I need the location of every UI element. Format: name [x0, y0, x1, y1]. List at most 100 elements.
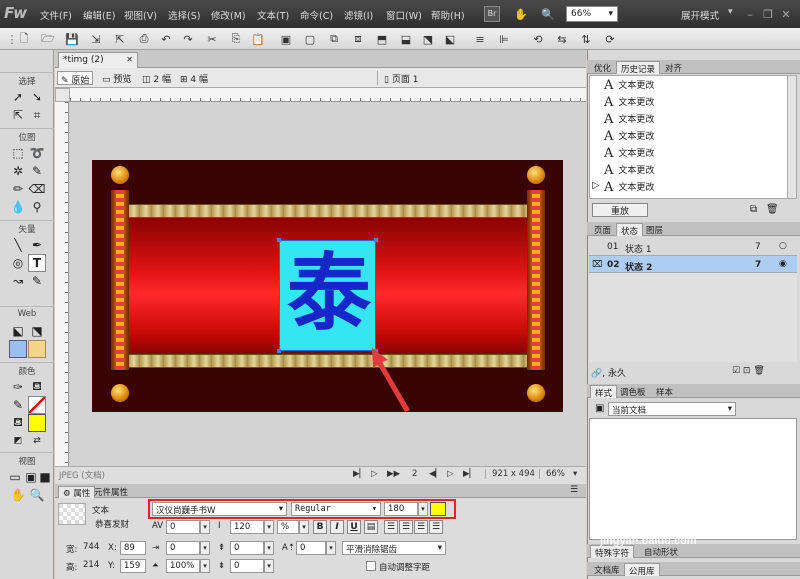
pencil-tool-icon[interactable]: ✏	[9, 180, 27, 198]
state-row-1[interactable]: 01 状态 1 7 ○	[589, 238, 797, 256]
show-slices-icon[interactable]	[28, 340, 46, 358]
delete-icon[interactable]: 🗑	[766, 204, 779, 215]
knife-tool-icon[interactable]: ✎	[28, 272, 46, 290]
permanent-toggle[interactable]: 🔗, 永久	[591, 366, 626, 379]
send-back-icon[interactable]: ⬕	[442, 31, 458, 47]
baseline-shift-field[interactable]: 0	[296, 541, 326, 555]
ellipse-tool-icon[interactable]: ◎	[9, 254, 27, 272]
tab-palette[interactable]: 调色板	[616, 385, 650, 398]
swap-colors-icon[interactable]: ⇄	[28, 432, 46, 450]
lasso-tool-icon[interactable]: ➰	[28, 144, 46, 162]
tab-symbol-properties[interactable]: 元件属性	[90, 486, 132, 498]
menu-modify[interactable]: 修改(M)	[211, 8, 246, 22]
menu-filters[interactable]: 滤镜(I)	[344, 8, 373, 22]
blur-tool-icon[interactable]: 💧	[9, 198, 27, 216]
tab-layers[interactable]: 图层	[642, 223, 667, 236]
y-field[interactable]: 159	[120, 559, 146, 573]
join-icon[interactable]: ⧉	[326, 31, 342, 47]
kerning-dropdown[interactable]: ▾	[200, 520, 210, 534]
view-2up-tab[interactable]: ◫ 2 幅	[139, 71, 174, 85]
fill-color-icon[interactable]: ⛾	[9, 414, 27, 432]
replay-button[interactable]: 重放	[592, 203, 648, 217]
history-item[interactable]: A 文本更改	[604, 95, 784, 112]
style-source-select[interactable]: 当前文档 ▾	[608, 402, 736, 416]
group-icon[interactable]: ▣	[278, 31, 294, 47]
eraser-tool-icon[interactable]: ⌫	[28, 180, 46, 198]
slice-tool-icon[interactable]: ⬔	[28, 322, 46, 340]
flip-vertical-icon[interactable]: ⇅	[578, 31, 594, 47]
view-preview-tab[interactable]: ▭ 预览	[99, 71, 134, 85]
play-icon[interactable]: ▷	[371, 469, 378, 479]
paste-icon[interactable]: 📋	[250, 31, 266, 47]
bring-front-icon[interactable]: ⬒	[374, 31, 390, 47]
new-file-icon[interactable]: 🗋	[16, 31, 32, 47]
menu-select[interactable]: 选择(S)	[168, 8, 200, 22]
leading-dropdown[interactable]: ▾	[264, 520, 274, 534]
align-icon[interactable]: ⊫	[496, 31, 512, 47]
cut-icon[interactable]: ✂	[204, 31, 220, 47]
tab-align[interactable]: 对齐	[661, 61, 686, 74]
stroke-color-swatch[interactable]	[28, 396, 46, 414]
history-item[interactable]: A 文本更改	[604, 112, 784, 129]
justify-icon[interactable]: ☰	[429, 520, 443, 534]
prev-frame-icon[interactable]: ◀▏	[429, 469, 442, 479]
hide-slices-icon[interactable]	[9, 340, 27, 358]
width-field[interactable]: 744	[80, 541, 104, 555]
eyedropper-tool-icon[interactable]: ✑	[9, 378, 27, 396]
tab-common-library[interactable]: 公用库	[624, 563, 660, 577]
leading-field[interactable]: 120	[230, 520, 264, 534]
hand-tool-icon[interactable]: ✋	[513, 6, 529, 22]
object-name-field[interactable]: 恭喜发财	[92, 517, 146, 531]
auto-kern-checkbox[interactable]	[366, 561, 376, 571]
full-screen-icon[interactable]: ■	[38, 468, 52, 486]
menu-file[interactable]: 文件(F)	[40, 8, 72, 22]
menu-text[interactable]: 文本(T)	[257, 8, 289, 22]
zoom-tool-icon[interactable]: 🔍	[28, 486, 46, 504]
anti-alias-select[interactable]: 平滑消除锯齿 ▾	[342, 541, 446, 555]
import-icon[interactable]: ⇲	[88, 31, 104, 47]
hotspot-tool-icon[interactable]: ⬕	[9, 322, 27, 340]
menu-view[interactable]: 视图(V)	[124, 8, 157, 22]
leading-unit-select[interactable]: %	[277, 520, 299, 534]
split-icon[interactable]: ⧈	[350, 31, 366, 47]
marquee-tool-icon[interactable]: ⬚	[9, 144, 27, 162]
save-icon[interactable]: 💾	[64, 31, 80, 47]
history-item[interactable]: A 文本更改	[604, 163, 784, 180]
next-frame-icon[interactable]: ▷	[447, 469, 454, 479]
menu-edit[interactable]: 编辑(E)	[83, 8, 115, 22]
flip-horizontal-icon[interactable]: ⇆	[554, 31, 570, 47]
export-icon[interactable]: ⇱	[112, 31, 128, 47]
close-icon[interactable]: ✕	[778, 6, 794, 22]
status-zoom[interactable]: 66%	[539, 469, 565, 479]
scale-dropdown[interactable]: ▾	[200, 559, 210, 573]
vertical-text-icon[interactable]: ▤	[364, 520, 378, 534]
close-tab-icon[interactable]: ✕	[126, 55, 133, 64]
transform-handle[interactable]	[277, 349, 281, 353]
zoom-tool-icon[interactable]: 🔍	[540, 6, 556, 22]
align-left-icon[interactable]: ☰	[384, 520, 398, 534]
hand-tool-icon[interactable]: ✋	[9, 486, 27, 504]
height-field[interactable]: 214	[80, 559, 104, 573]
history-item[interactable]: A 文本更改	[604, 146, 784, 163]
space-after-dropdown[interactable]: ▾	[264, 559, 274, 573]
magic-wand-icon[interactable]: ✲	[9, 162, 27, 180]
radio-selected-icon[interactable]: ◉	[779, 259, 787, 269]
brush-tool-icon[interactable]: ✎	[28, 162, 46, 180]
copy-steps-icon[interactable]: ⧉	[750, 204, 757, 215]
tab-states[interactable]: 状态	[616, 223, 644, 237]
line-tool-icon[interactable]: ╲	[9, 236, 27, 254]
menu-window[interactable]: 窗口(W)	[386, 8, 422, 22]
redo-icon[interactable]: ↷	[180, 31, 196, 47]
baseline-shift-dropdown[interactable]: ▾	[326, 541, 336, 555]
history-scrollbar[interactable]	[787, 75, 797, 199]
first-frame-icon[interactable]: ▶▏	[353, 469, 366, 479]
tab-styles[interactable]: 样式	[590, 385, 618, 399]
ungroup-icon[interactable]: ▢	[302, 31, 318, 47]
underline-button[interactable]: U	[347, 520, 361, 534]
leading-unit-dropdown[interactable]: ▾	[299, 520, 309, 534]
panel-menu-icon[interactable]: ☰	[570, 485, 578, 495]
restore-icon[interactable]: ❐	[760, 6, 776, 22]
menu-commands[interactable]: 命令(C)	[300, 8, 333, 22]
send-backward-icon[interactable]: ⬔	[420, 31, 436, 47]
copy-icon[interactable]: ⎘	[228, 31, 244, 47]
